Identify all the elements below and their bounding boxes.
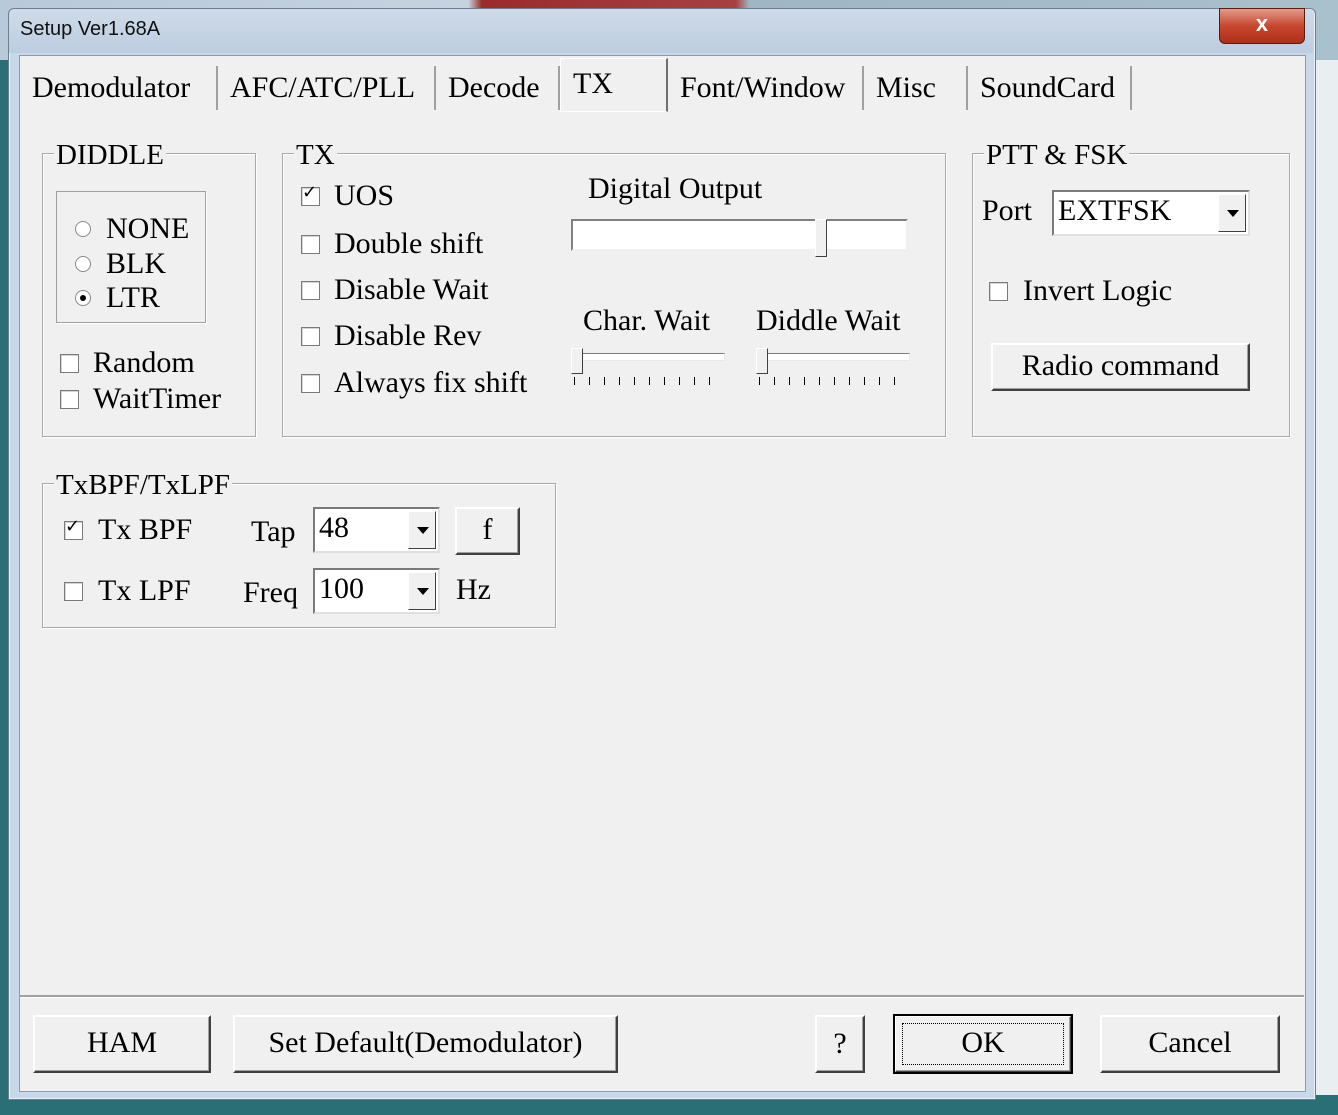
diddle-wait-ticks	[759, 377, 907, 385]
tab-tx[interactable]: TX	[560, 58, 668, 112]
focus-rect	[902, 1023, 1064, 1065]
port-select-value: EXTFSK	[1058, 194, 1172, 227]
waittimer-checkbox[interactable]	[60, 390, 79, 409]
digital-output-slider[interactable]	[571, 219, 908, 257]
char-wait-label: Char. Wait	[583, 304, 711, 337]
diddle-wait-thumb[interactable]	[756, 348, 768, 374]
help-button[interactable]: ?	[815, 1015, 865, 1073]
uos-checkbox[interactable]	[301, 182, 320, 206]
diddle-ltr-label: LTR	[106, 281, 160, 314]
invert-logic-label: Invert Logic	[1023, 274, 1173, 307]
filter-f-button[interactable]: f	[455, 507, 520, 555]
disable-rev-checkbox[interactable]	[301, 327, 320, 346]
freq-select[interactable]: 100	[313, 568, 440, 614]
hz-label: Hz	[456, 573, 491, 606]
tab-font-window[interactable]: Font/Window	[668, 66, 864, 110]
ham-button[interactable]: HAM	[33, 1015, 211, 1073]
chevron-down-icon[interactable]	[408, 511, 436, 549]
tab-soundcard[interactable]: SoundCard	[968, 66, 1132, 110]
freq-select-value: 100	[319, 572, 364, 605]
radio-command-button[interactable]: Radio command	[991, 343, 1250, 391]
diddle-ltr-radio[interactable]	[75, 290, 91, 306]
waittimer-label: WaitTimer	[93, 382, 222, 415]
diddle-blk-radio[interactable]	[75, 256, 91, 272]
window-title: Setup Ver1.68A	[20, 18, 161, 40]
tap-select-value: 48	[319, 511, 349, 544]
txbpf-group-title: TxBPF/TxLPF	[54, 469, 233, 501]
tx-group-title: TX	[294, 139, 337, 171]
always-fix-shift-label: Always fix shift	[334, 366, 528, 399]
cancel-button[interactable]: Cancel	[1100, 1015, 1280, 1073]
close-button[interactable]: x	[1219, 8, 1305, 44]
port-label: Port	[982, 194, 1033, 227]
random-label: Random	[93, 346, 195, 379]
tap-select[interactable]: 48	[313, 507, 440, 553]
diddle-group-title: DIDDLE	[54, 139, 166, 171]
tx-lpf-checkbox[interactable]	[64, 582, 83, 601]
disable-wait-label: Disable Wait	[334, 273, 489, 306]
disable-wait-checkbox[interactable]	[301, 281, 320, 300]
diddle-blk-label: BLK	[106, 247, 166, 280]
diddle-wait-label: Diddle Wait	[756, 304, 901, 337]
char-wait-ticks	[574, 377, 722, 385]
tab-demodulator[interactable]: Demodulator	[20, 66, 218, 110]
tab-decode[interactable]: Decode	[436, 66, 560, 110]
double-shift-checkbox[interactable]	[301, 235, 320, 254]
always-fix-shift-checkbox[interactable]	[301, 374, 320, 393]
port-select[interactable]: EXTFSK	[1052, 190, 1250, 236]
chevron-down-icon[interactable]	[1218, 194, 1246, 232]
close-icon: x	[1255, 11, 1269, 36]
tap-label: Tap	[251, 515, 296, 548]
diddle-none-label: NONE	[106, 212, 190, 245]
diddle-wait-slider[interactable]	[756, 353, 910, 361]
diddle-none-radio[interactable]	[75, 221, 91, 237]
double-shift-label: Double shift	[334, 227, 484, 260]
ok-button[interactable]: OK	[893, 1014, 1073, 1074]
tx-bpf-label: Tx BPF	[98, 513, 193, 546]
freq-label: Freq	[243, 576, 298, 609]
uos-label: UOS	[334, 179, 395, 212]
title-bar[interactable]	[9, 9, 1313, 53]
char-wait-slider[interactable]	[571, 353, 725, 361]
char-wait-thumb[interactable]	[571, 348, 583, 374]
tx-lpf-label: Tx LPF	[98, 574, 191, 607]
tab-afc-atc-pll[interactable]: AFC/ATC/PLL	[218, 66, 436, 110]
invert-logic-checkbox[interactable]	[989, 282, 1008, 301]
ptt-fsk-group-title: PTT & FSK	[984, 139, 1130, 171]
digital-output-label: Digital Output	[588, 172, 763, 205]
set-default-button[interactable]: Set Default(Demodulator)	[233, 1015, 618, 1073]
tab-misc[interactable]: Misc	[864, 66, 968, 110]
tx-bpf-checkbox[interactable]	[64, 516, 83, 540]
footer-divider	[20, 995, 1304, 998]
disable-rev-label: Disable Rev	[334, 319, 482, 352]
chevron-down-icon[interactable]	[408, 572, 436, 610]
random-checkbox[interactable]	[60, 354, 79, 373]
digital-output-thumb[interactable]	[815, 219, 827, 257]
tab-strip: Demodulator AFC/ATC/PLL Decode TX Font/W…	[20, 58, 1304, 112]
